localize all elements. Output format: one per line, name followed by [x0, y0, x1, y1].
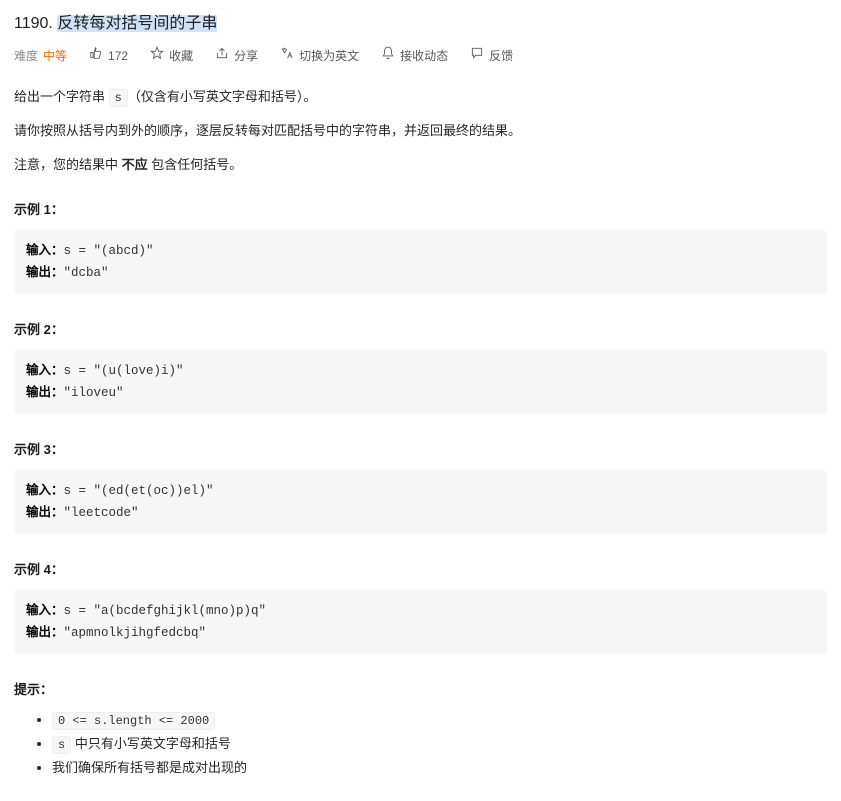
example-3-title: 示例 3：: [14, 440, 827, 460]
example-1-title: 示例 1：: [14, 200, 827, 220]
example-4-title: 示例 4：: [14, 560, 827, 580]
example-3: 输入：s = "(ed(et(oc))el)" 输出："leetcode": [14, 470, 827, 535]
star-icon: [150, 46, 164, 65]
likes-button[interactable]: 172: [89, 46, 128, 65]
translate-icon: [280, 46, 294, 65]
hints-list: 0 <= s.length <= 2000 s 中只有小写英文字母和括号 我们确…: [14, 710, 827, 778]
subscribe-label: 接收动态: [400, 47, 448, 65]
share-label: 分享: [234, 47, 258, 65]
problem-name: 反转每对括号间的子串: [57, 15, 217, 32]
subscribe-button[interactable]: 接收动态: [381, 46, 448, 65]
code-s: s: [109, 89, 128, 107]
problem-title: 1190. 反转每对括号间的子串: [14, 12, 827, 36]
desc-p2: 请你按照从括号内到外的顺序，逐层反转每对匹配括号中的字符串，并返回最终的结果。: [14, 121, 827, 141]
problem-number: 1190.: [14, 15, 53, 32]
meta-bar: 难度 中等 172 收藏 分享 切换为英文 接收动态 反馈: [14, 46, 827, 65]
difficulty-value: 中等: [43, 47, 67, 65]
likes-count: 172: [108, 47, 128, 65]
share-icon: [215, 46, 229, 65]
thumbs-up-icon: [89, 46, 103, 65]
hint-2: s 中只有小写英文字母和括号: [52, 734, 827, 754]
switch-lang-button[interactable]: 切换为英文: [280, 46, 359, 65]
difficulty-label: 难度: [14, 47, 38, 65]
example-2: 输入：s = "(u(love)i)" 输出："iloveu": [14, 350, 827, 415]
hint-1: 0 <= s.length <= 2000: [52, 710, 827, 730]
example-4: 输入：s = "a(bcdefghijkl(mno)p)q" 输出："apmno…: [14, 590, 827, 655]
desc-p1: 给出一个字符串 s（仅含有小写英文字母和括号）。: [14, 87, 827, 107]
description: 给出一个字符串 s（仅含有小写英文字母和括号）。 请你按照从括号内到外的顺序，逐…: [14, 87, 827, 174]
switch-lang-label: 切换为英文: [299, 47, 359, 65]
hints-title: 提示：: [14, 680, 827, 700]
favorite-label: 收藏: [169, 47, 193, 65]
comment-icon: [470, 46, 484, 65]
example-1: 输入：s = "(abcd)" 输出："dcba": [14, 230, 827, 295]
bell-icon: [381, 46, 395, 65]
feedback-button[interactable]: 反馈: [470, 46, 513, 65]
feedback-label: 反馈: [489, 47, 513, 65]
share-button[interactable]: 分享: [215, 46, 258, 65]
example-2-title: 示例 2：: [14, 320, 827, 340]
hint-3: 我们确保所有括号都是成对出现的: [52, 758, 827, 778]
difficulty: 难度 中等: [14, 47, 67, 65]
favorite-button[interactable]: 收藏: [150, 46, 193, 65]
desc-p3: 注意，您的结果中 不应 包含任何括号。: [14, 155, 827, 175]
